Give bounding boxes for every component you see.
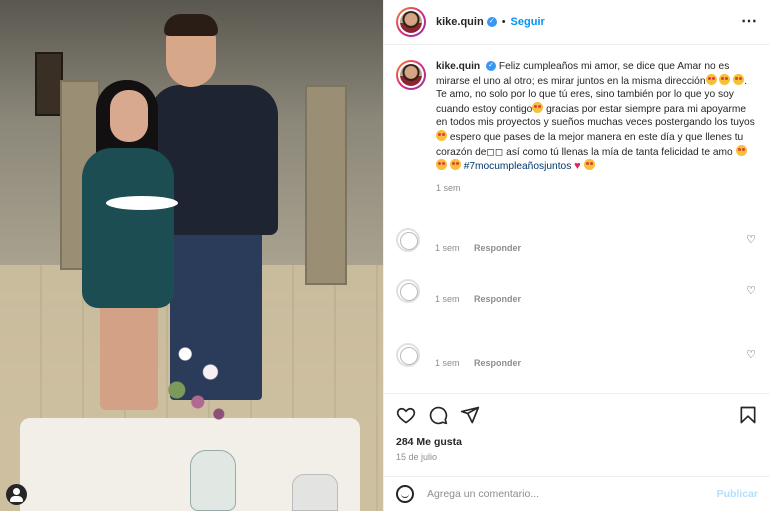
comment-item: 1 sem Responder ♡	[396, 343, 756, 383]
comment-avatar[interactable]	[396, 228, 420, 252]
post-panel: kike.quin ✓ • Seguir ⋯ kike.quin ✓ Feliz…	[383, 0, 770, 511]
comment-time[interactable]: 1 sem	[435, 243, 460, 253]
comment-item: 1 sem Responder ♡	[396, 279, 756, 319]
post-comment-button[interactable]: Publicar	[717, 488, 758, 500]
heart-eyes-emoji-icon	[735, 144, 747, 156]
like-heart-icon[interactable]	[396, 405, 416, 425]
save-bookmark-icon[interactable]	[738, 405, 758, 425]
more-options-icon[interactable]: ⋯	[741, 14, 758, 30]
comment-meta: 1 sem Responder	[435, 294, 533, 304]
comment-like-heart-icon[interactable]: ♡	[746, 348, 756, 361]
flowers	[160, 318, 244, 438]
post-actions: 284 Me gusta 15 de julio	[384, 393, 770, 475]
caption-username[interactable]: kike.quin	[436, 61, 480, 72]
comment-meta: 1 sem Responder	[435, 358, 533, 368]
comment-item: 1 sem Responder ♡	[396, 228, 756, 268]
separator-dot: •	[501, 16, 506, 28]
reply-button[interactable]: Responder	[474, 294, 521, 304]
comment-like-heart-icon[interactable]: ♡	[746, 233, 756, 246]
likes-count[interactable]: 284 Me gusta	[396, 436, 758, 448]
add-comment-bar: Publicar	[384, 476, 770, 511]
comment-avatar[interactable]	[396, 343, 420, 367]
comment-bubble-icon[interactable]	[428, 405, 448, 425]
follow-button[interactable]: Seguir	[511, 16, 545, 28]
reply-button[interactable]: Responder	[474, 243, 521, 253]
wall-frame	[35, 52, 63, 116]
heart-eyes-emoji-icon	[436, 159, 447, 171]
comment-meta: 1 sem Responder	[435, 243, 533, 253]
cake-plate	[106, 196, 178, 210]
heart-eyes-emoji-icon	[583, 159, 595, 171]
caption-body: kike.quin ✓ Feliz cumpleaños mi amor, se…	[436, 60, 756, 195]
post-date[interactable]: 15 de julio	[396, 452, 758, 462]
emoji-picker-icon[interactable]	[396, 485, 414, 503]
glass	[292, 474, 338, 511]
comment-input[interactable]	[427, 488, 697, 500]
vase	[190, 450, 236, 511]
woman-dress	[82, 148, 174, 308]
caption: kike.quin ✓ Feliz cumpleaños mi amor, se…	[396, 60, 758, 195]
caption-verified-icon: ✓	[486, 61, 497, 72]
heart-eyes-emoji-icon	[719, 73, 731, 85]
comment-like-heart-icon[interactable]: ♡	[746, 284, 756, 297]
caption-hashtag[interactable]: #7mocumpleañosjuntos	[464, 161, 572, 172]
action-icons-row	[396, 404, 758, 426]
woman-legs	[100, 300, 158, 410]
user-tag-icon[interactable]	[6, 484, 27, 505]
header-username[interactable]: kike.quin	[436, 16, 484, 28]
caption-line4: espero que pases de la mejor manera en e…	[436, 131, 744, 158]
caption-avatar[interactable]	[396, 60, 426, 90]
avatar[interactable]	[396, 7, 426, 37]
post-header: kike.quin ✓ • Seguir ⋯	[384, 0, 770, 45]
man-hair	[164, 14, 218, 36]
heart-eyes-emoji-icon	[705, 73, 717, 85]
comment-time[interactable]: 1 sem	[435, 358, 460, 368]
woman-head	[110, 90, 148, 142]
pillar-right	[305, 85, 347, 285]
post-photo[interactable]	[0, 0, 383, 511]
heart-eyes-emoji-icon	[532, 101, 544, 113]
comment-avatar[interactable]	[396, 279, 420, 303]
heart-eyes-emoji-icon	[436, 129, 447, 141]
comment-time[interactable]: 1 sem	[435, 294, 460, 304]
heart-eyes-emoji-icon	[449, 159, 461, 171]
caption-time[interactable]: 1 sem	[436, 182, 756, 196]
caption-line1: Feliz cumpleaños mi amor, se dice que Am…	[436, 61, 730, 87]
heart-eyes-emoji-icon	[733, 73, 745, 85]
reply-button[interactable]: Responder	[474, 358, 521, 368]
verified-badge-icon: ✓	[486, 17, 497, 27]
comments-section[interactable]: kike.quin ✓ Feliz cumpleaños mi amor, se…	[384, 45, 770, 393]
red-heart-emoji-icon: ♥	[574, 160, 581, 173]
share-send-icon[interactable]	[460, 405, 480, 425]
